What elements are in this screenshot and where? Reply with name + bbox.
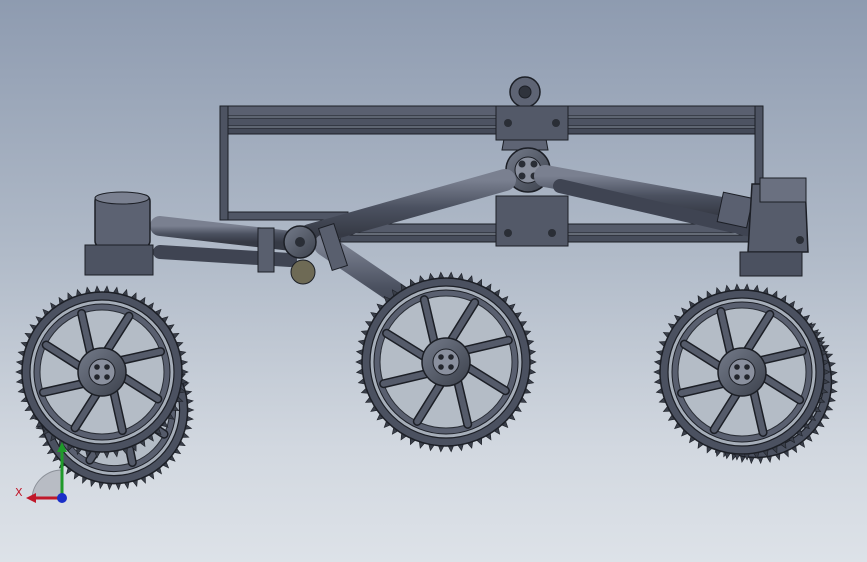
wheel-front-left [15, 285, 195, 491]
triad-x-label: X [15, 486, 23, 499]
top-pivot-bracket [495, 76, 569, 247]
triad-z-axis [57, 493, 67, 503]
rover-model[interactable]: X [0, 0, 867, 562]
wheel-rear-right [653, 283, 839, 465]
cad-viewport[interactable]: X [0, 0, 867, 562]
wheel-middle [355, 271, 537, 453]
coordinate-triad: X [15, 442, 67, 503]
